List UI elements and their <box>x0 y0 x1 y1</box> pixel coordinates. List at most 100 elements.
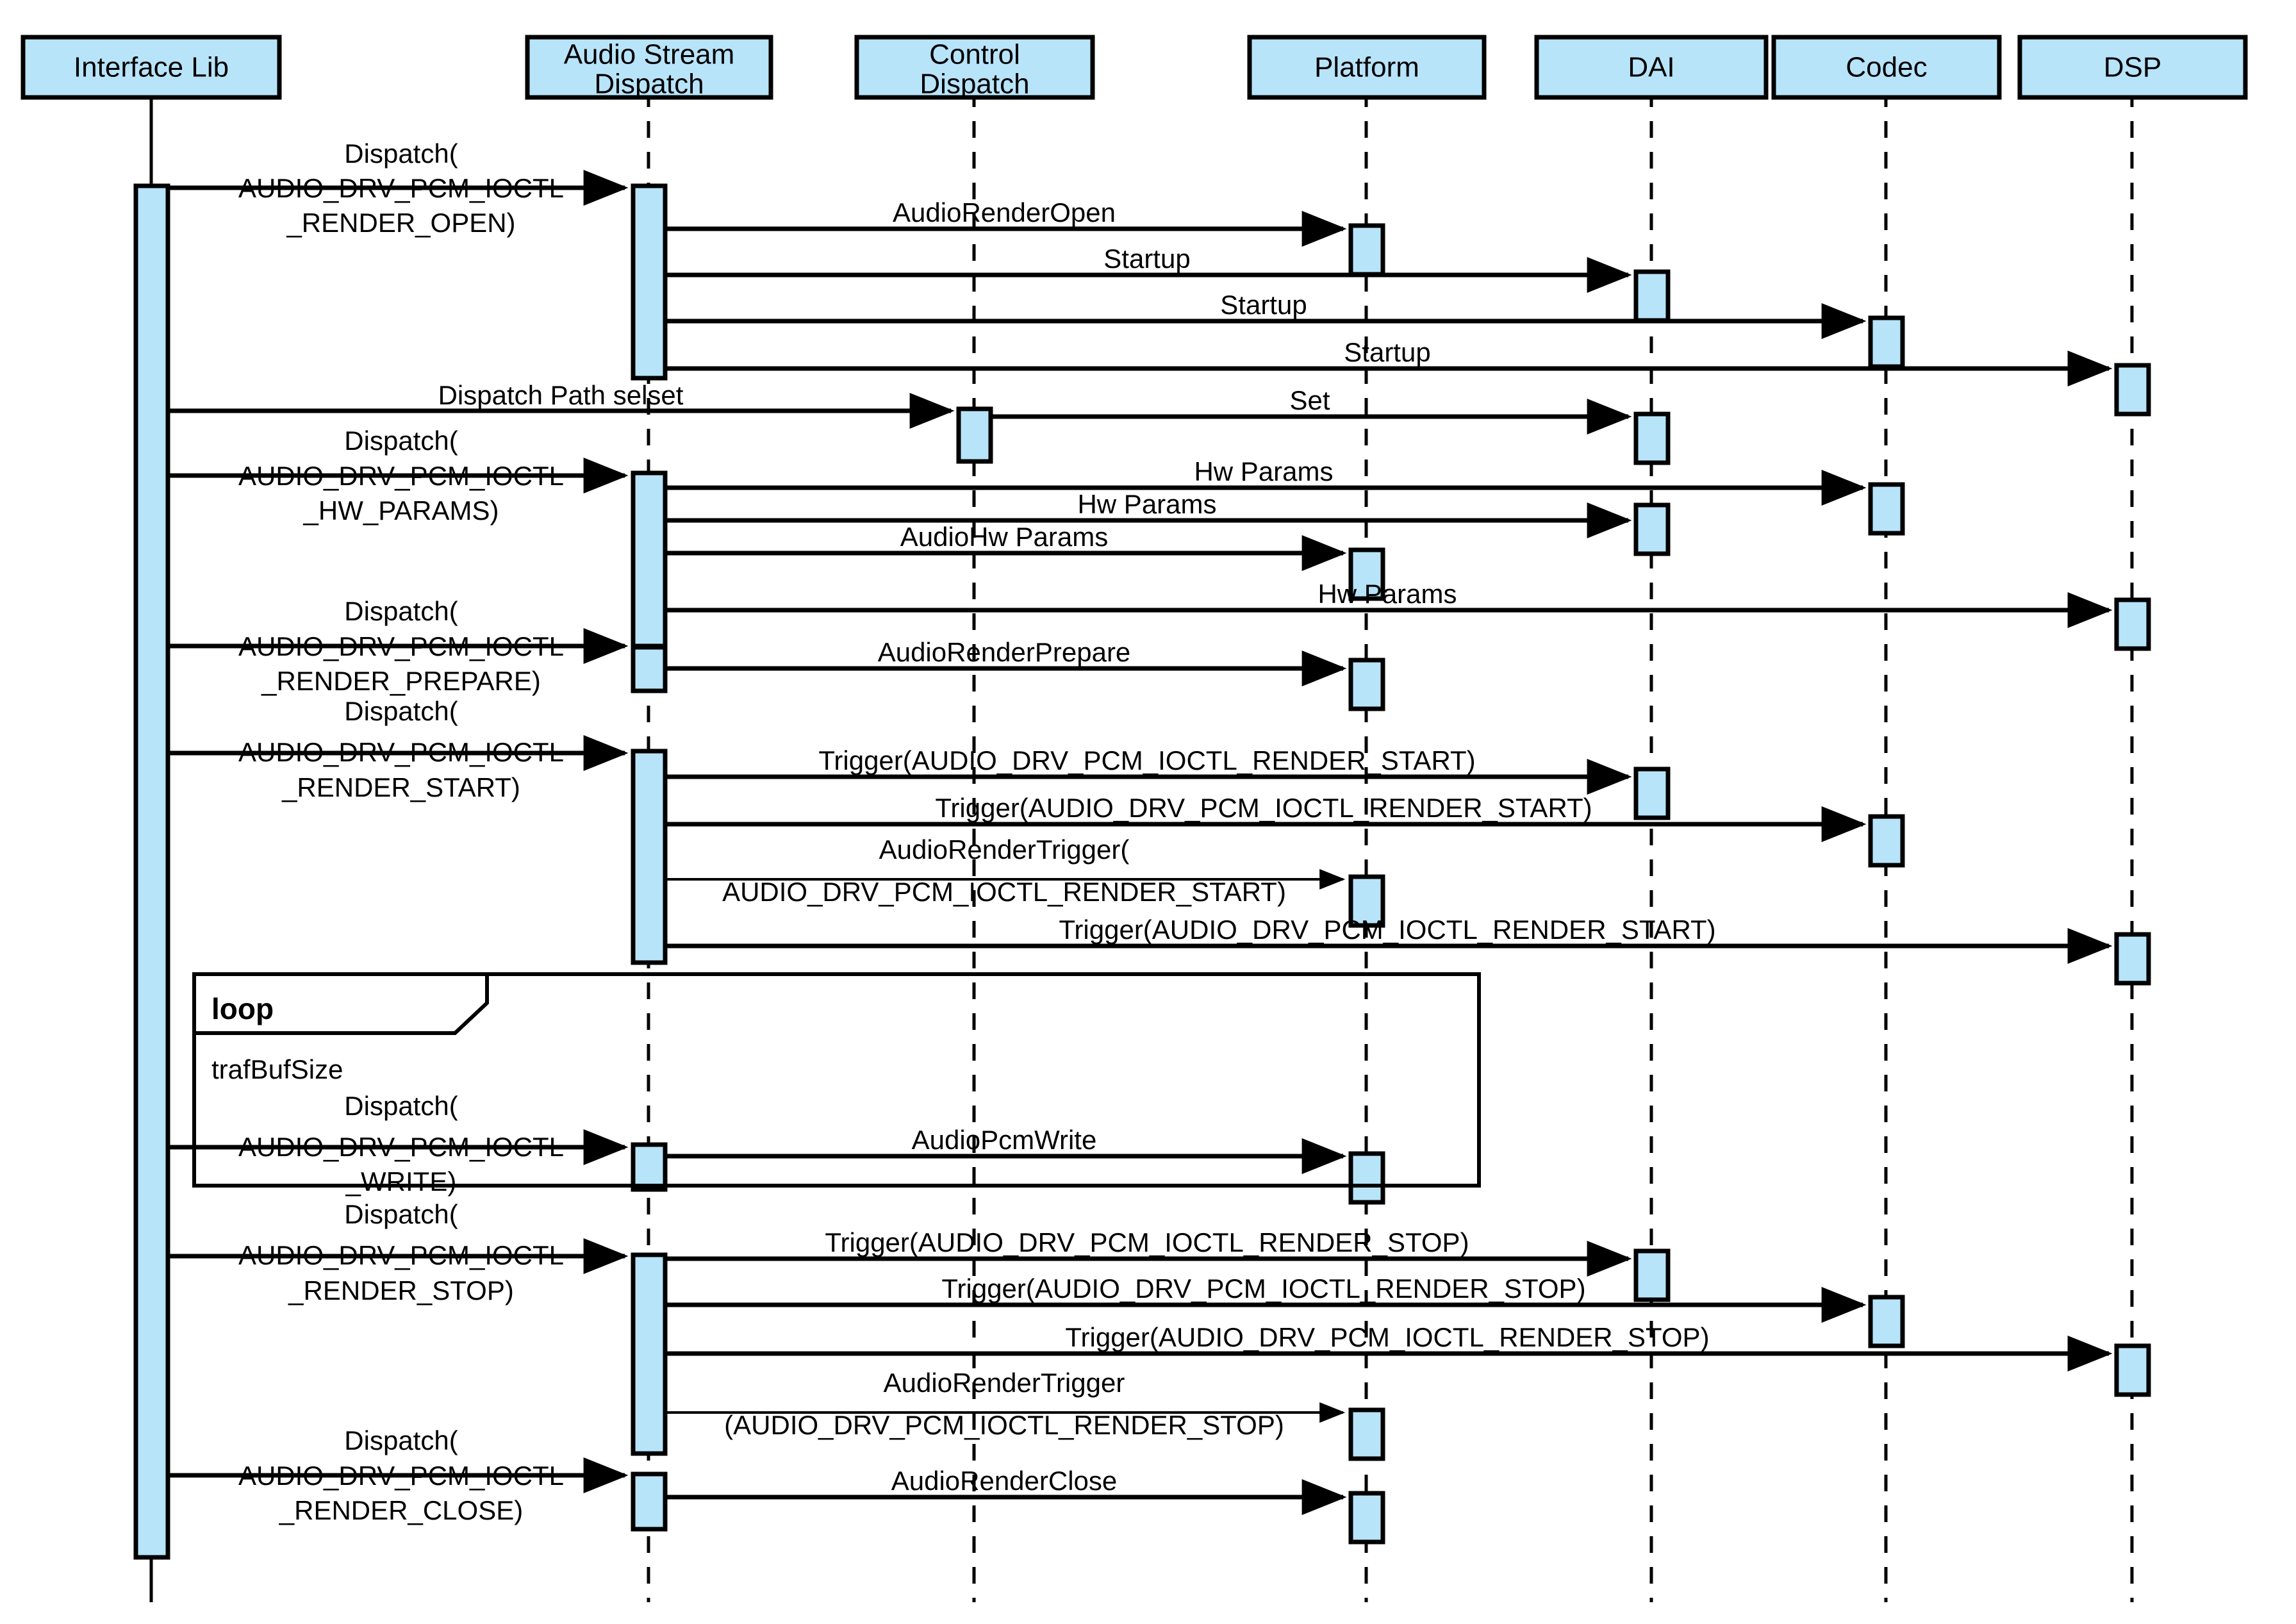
message-label-hw-params-dai: Hw Params <box>1077 489 1216 519</box>
message-label-audio-render-prepare: AudioRenderPrepare <box>878 637 1131 667</box>
message-label-dispatch-write-l1: Dispatch( <box>344 1091 458 1121</box>
message-audio-hw-params-platform[interactable]: AudioHw Params <box>665 522 1347 571</box>
activation-platform-render-close <box>1348 1491 1385 1545</box>
message-set-dai[interactable]: Set <box>991 385 1632 435</box>
message-label-startup-dai: Startup <box>1103 244 1190 274</box>
message-startup-codec[interactable]: Startup <box>665 290 1867 339</box>
participant-header-dai[interactable]: DAI <box>1534 35 1769 100</box>
activation-platform-pcm-write <box>1348 1151 1385 1205</box>
activation-control-dispatch-set <box>956 406 993 464</box>
activation-dai-hwparams <box>1633 502 1671 556</box>
message-trigger-render-stop-dai[interactable]: Trigger(AUDIO_DRV_PCM_IOCTL_RENDER_STOP) <box>665 1227 1632 1277</box>
activation-audio-stream-prepare <box>631 645 668 693</box>
activation-codec-startup <box>1868 315 1905 369</box>
message-hw-params-dsp[interactable]: Hw Params <box>665 579 2113 628</box>
participant-header-dsp[interactable]: DSP <box>2017 35 2248 100</box>
message-trigger-render-start-dai[interactable]: Trigger(AUDIO_DRV_PCM_IOCTL_RENDER_START… <box>665 745 1632 795</box>
message-hw-params-dai[interactable]: Hw Params <box>665 489 1632 538</box>
message-audio-render-close[interactable]: AudioRenderClose <box>665 1466 1347 1515</box>
message-label-hw-params-codec: Hw Params <box>1194 456 1333 486</box>
message-label-audio-render-trigger-stop-l1: AudioRenderTrigger <box>884 1368 1125 1398</box>
message-label-dispatch-render-open-l2: AUDIO_DRV_PCM_IOCTL <box>238 173 564 203</box>
message-dispatch-render-prepare[interactable]: Dispatch( AUDIO_DRV_PCM_IOCTL _RENDER_PR… <box>168 596 629 696</box>
message-trigger-render-start-dsp[interactable]: Trigger(AUDIO_DRV_PCM_IOCTL_RENDER_START… <box>665 915 2113 964</box>
message-audio-render-open[interactable]: AudioRenderOpen <box>665 197 1347 247</box>
message-label-audio-render-open: AudioRenderOpen <box>893 197 1116 228</box>
message-label-startup-dsp: Startup <box>1344 337 1430 367</box>
message-dispatch-render-stop[interactable]: Dispatch( AUDIO_DRV_PCM_IOCTL _RENDER_ST… <box>168 1199 629 1305</box>
lifeline-lines <box>149 60 2134 1602</box>
message-dispatch-render-start[interactable]: Dispatch( AUDIO_DRV_PCM_IOCTL _RENDER_ST… <box>168 696 629 802</box>
message-label-trigger-render-start-codec: Trigger(AUDIO_DRV_PCM_IOCTL_RENDER_START… <box>935 793 1592 823</box>
message-label-audio-pcm-write: AudioPcmWrite <box>912 1125 1097 1155</box>
sequence-diagram-canvas: Interface Lib Audio Stream Dispatch Cont… <box>0 0 2296 1624</box>
activation-platform-prepare <box>1348 658 1385 711</box>
loop-fragment-guard-label: trafBufSize <box>211 1054 343 1084</box>
message-label-dispatch-render-prepare-l1: Dispatch( <box>344 596 458 626</box>
message-label-startup-codec: Startup <box>1220 290 1307 320</box>
message-dispatch-render-close[interactable]: Dispatch( AUDIO_DRV_PCM_IOCTL _RENDER_CL… <box>168 1425 629 1525</box>
message-startup-dai[interactable]: Startup <box>665 244 1632 293</box>
message-label-dispatch-render-open-l3: _RENDER_OPEN) <box>286 208 515 238</box>
message-label-dispatch-render-start-l2: AUDIO_DRV_PCM_IOCTL <box>238 737 564 767</box>
activation-dai-trigger-stop <box>1633 1248 1671 1302</box>
message-label-dispatch-render-open-l1: Dispatch( <box>344 138 458 169</box>
message-label-trigger-render-stop-dsp: Trigger(AUDIO_DRV_PCM_IOCTL_RENDER_STOP) <box>1065 1322 1709 1352</box>
participant-header-control-dispatch[interactable]: Control Dispatch <box>854 35 1095 100</box>
message-label-dispatch-render-prepare-l2: AUDIO_DRV_PCM_IOCTL <box>238 631 564 661</box>
message-audio-render-trigger-start[interactable]: AudioRenderTrigger( AUDIO_DRV_PCM_IOCTL_… <box>665 834 1346 907</box>
message-dispatch-hw-params[interactable]: Dispatch( AUDIO_DRV_PCM_IOCTL _HW_PARAMS… <box>168 426 629 526</box>
participant-label-interface-lib: Interface Lib <box>74 52 229 83</box>
participant-label-codec: Codec <box>1846 52 1927 83</box>
participant-header-interface-lib[interactable]: Interface Lib <box>21 35 282 100</box>
activation-dai-set <box>1633 411 1671 465</box>
message-label-set-dai: Set <box>1289 385 1330 415</box>
message-label-trigger-render-start-dsp: Trigger(AUDIO_DRV_PCM_IOCTL_RENDER_START… <box>1059 915 1715 945</box>
message-audio-pcm-write[interactable]: AudioPcmWrite <box>665 1125 1347 1174</box>
participant-header-codec[interactable]: Codec <box>1771 35 2002 100</box>
participant-label-platform: Platform <box>1314 52 1419 83</box>
participant-label-audio-stream-line2: Dispatch <box>594 69 704 100</box>
message-hw-params-codec[interactable]: Hw Params <box>665 456 1867 506</box>
participant-label-control-line1: Control <box>929 39 1020 70</box>
sequence-diagram-svg: Interface Lib Audio Stream Dispatch Cont… <box>21 35 2248 1602</box>
participant-label-dai: DAI <box>1628 52 1674 83</box>
activation-dsp-startup <box>2114 363 2151 417</box>
message-label-dispatch-hw-params-l2: AUDIO_DRV_PCM_IOCTL <box>238 461 564 491</box>
message-label-dispatch-render-stop-l2: AUDIO_DRV_PCM_IOCTL <box>238 1240 564 1270</box>
message-label-dispatch-write-l2: AUDIO_DRV_PCM_IOCTL <box>238 1132 564 1162</box>
message-label-audio-hw-params-platform: AudioHw Params <box>900 522 1108 552</box>
message-label-dispatch-render-start-l1: Dispatch( <box>344 696 458 726</box>
message-label-dispatch-render-stop-l3: _RENDER_STOP) <box>288 1275 514 1305</box>
activation-platform-render-open <box>1348 223 1385 277</box>
participant-header-platform[interactable]: Platform <box>1247 35 1487 100</box>
activation-platform-trigger-stop <box>1348 1407 1385 1461</box>
message-trigger-render-start-codec[interactable]: Trigger(AUDIO_DRV_PCM_IOCTL_RENDER_START… <box>665 793 1867 842</box>
message-label-audio-render-trigger-start-l1: AudioRenderTrigger( <box>879 834 1130 865</box>
activation-dsp-trigger-start <box>2114 932 2151 986</box>
participant-label-audio-stream-line1: Audio Stream <box>564 39 735 70</box>
message-label-dispatch-hw-params-l3: _HW_PARAMS) <box>303 495 499 526</box>
message-dispatch-write[interactable]: Dispatch( AUDIO_DRV_PCM_IOCTL _WRITE) <box>168 1091 629 1197</box>
message-trigger-render-stop-codec[interactable]: Trigger(AUDIO_DRV_PCM_IOCTL_RENDER_STOP) <box>665 1273 1867 1323</box>
participant-header-audio-stream-dispatch[interactable]: Audio Stream Dispatch <box>525 35 773 100</box>
message-label-dispatch-write-l3: _WRITE) <box>345 1166 457 1197</box>
message-label-dispatch-render-close-l2: AUDIO_DRV_PCM_IOCTL <box>238 1461 564 1491</box>
activation-dai-startup <box>1633 269 1671 323</box>
activation-audio-stream-stop <box>631 1252 668 1456</box>
message-label-trigger-render-stop-codec: Trigger(AUDIO_DRV_PCM_IOCTL_RENDER_STOP) <box>941 1273 1585 1304</box>
activation-audio-stream-open <box>631 183 668 381</box>
message-label-trigger-render-start-dai: Trigger(AUDIO_DRV_PCM_IOCTL_RENDER_START… <box>818 745 1475 775</box>
activation-dai-trigger-start <box>1633 766 1671 820</box>
activation-audio-stream-hwparams <box>631 470 668 649</box>
activation-interface-lib <box>133 183 170 1560</box>
message-label-dispatch-hw-params-l1: Dispatch( <box>344 426 458 456</box>
message-label-dispatch-path-selset: Dispatch Path selset <box>438 380 684 410</box>
message-label-dispatch-render-start-l3: _RENDER_START) <box>281 772 520 802</box>
message-label-dispatch-render-stop-l1: Dispatch( <box>344 1199 458 1229</box>
message-dispatch-render-open[interactable]: Dispatch( AUDIO_DRV_PCM_IOCTL _RENDER_OP… <box>168 138 629 238</box>
message-audio-render-prepare[interactable]: AudioRenderPrepare <box>665 637 1347 686</box>
message-audio-render-trigger-stop[interactable]: AudioRenderTrigger (AUDIO_DRV_PCM_IOCTL_… <box>665 1368 1346 1440</box>
message-label-audio-render-trigger-stop-l2: (AUDIO_DRV_PCM_IOCTL_RENDER_STOP) <box>724 1410 1284 1440</box>
message-dispatch-path-selset[interactable]: Dispatch Path selset <box>168 380 955 429</box>
